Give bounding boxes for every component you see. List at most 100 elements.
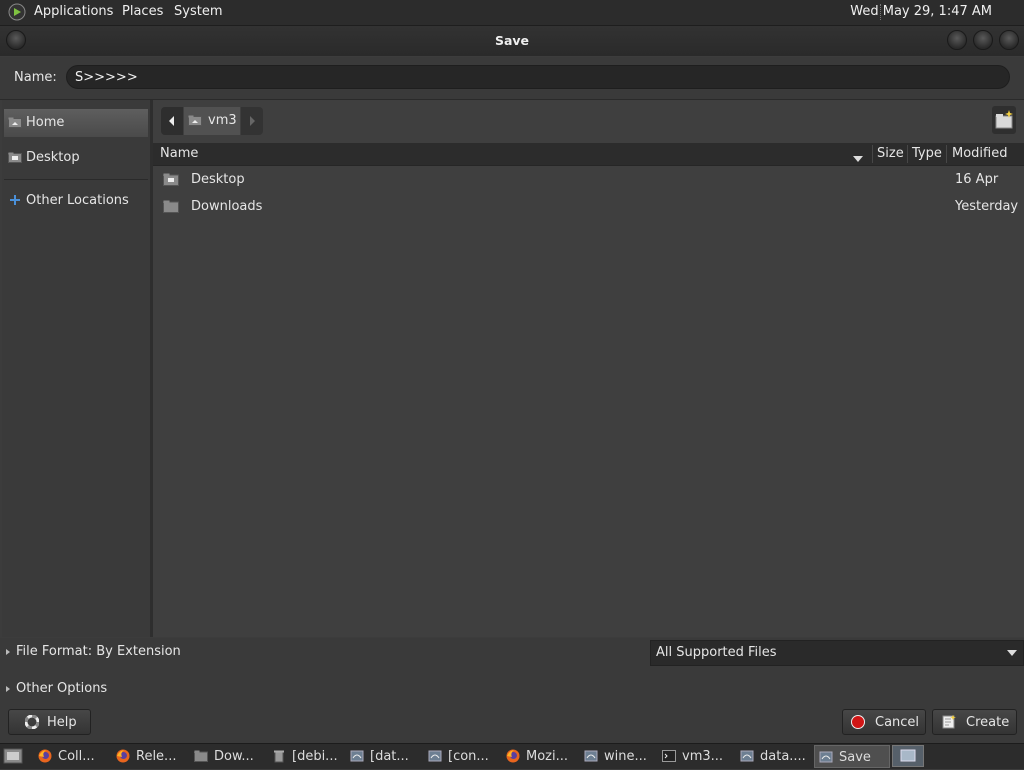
minimize-button[interactable] <box>947 30 967 50</box>
taskbar-item-label: Dow... <box>214 749 254 764</box>
sidebar-item-desktop[interactable]: Desktop <box>4 144 148 172</box>
taskbar-item[interactable]: [con... <box>424 745 500 768</box>
dropdown-arrow-icon <box>1007 650 1017 656</box>
path-label: vm3 <box>208 113 237 128</box>
maximize-button[interactable] <box>973 30 993 50</box>
taskbar-item[interactable]: [dat... <box>346 745 422 768</box>
expander-arrow-icon <box>6 685 10 692</box>
create-button-label: Create <box>966 715 1010 730</box>
sidebar-item-other-locations[interactable]: Other Locations <box>4 187 148 215</box>
help-button[interactable]: Help <box>8 709 91 735</box>
home-folder-icon <box>8 117 22 128</box>
firefox-icon <box>506 749 520 763</box>
taskbar-item[interactable]: [debi... <box>268 745 344 768</box>
folder-icon <box>163 200 179 213</box>
taskbar-item-label: [debi... <box>292 749 338 764</box>
sidebar-item-label: Other Locations <box>26 193 129 208</box>
taskbar-item[interactable]: wine... <box>580 745 656 768</box>
file-name: Downloads <box>191 199 263 214</box>
show-desktop-icon[interactable] <box>3 747 23 769</box>
file-browser: vm3 Name Size Type Modified Desktop 16 A… <box>153 100 1024 637</box>
create-folder-button[interactable] <box>992 106 1016 134</box>
stop-icon <box>851 715 865 733</box>
taskbar-item[interactable]: data.... <box>736 745 812 768</box>
help-icon <box>24 714 40 733</box>
other-options-expander[interactable]: Other Options <box>6 681 107 696</box>
column-separator <box>872 145 873 163</box>
chevron-left-icon <box>169 116 174 126</box>
menu-system[interactable]: System <box>174 4 222 19</box>
file-format-label: File Format: By Extension <box>16 644 181 659</box>
column-separator <box>946 145 947 163</box>
column-header-name[interactable]: Name <box>160 146 198 161</box>
app-icon <box>819 750 833 764</box>
taskbar-item-label: [con... <box>448 749 489 764</box>
sort-down-icon[interactable] <box>853 151 863 166</box>
column-separator <box>907 145 908 163</box>
firefox-icon <box>116 749 130 763</box>
home-folder-icon <box>188 115 202 130</box>
taskbar: Coll... Rele... Dow... [debi... [dat... [con.… <box>0 743 1024 769</box>
new-folder-icon <box>995 110 1013 129</box>
app-icon <box>350 749 364 763</box>
column-header-modified[interactable]: Modified <box>952 146 1007 161</box>
taskbar-item-label: Save <box>839 750 871 765</box>
filename-input[interactable] <box>66 65 1010 89</box>
app-icon <box>428 749 442 763</box>
plus-icon <box>8 193 22 205</box>
top-panel: Applications Places System Wed May 29, 1… <box>0 0 1024 26</box>
filter-value: All Supported Files <box>656 645 777 660</box>
dialog-titlebar: Save <box>0 26 1024 56</box>
taskbar-item[interactable]: Save <box>814 745 890 768</box>
taskbar-item-label: Rele... <box>136 749 177 764</box>
taskbar-item[interactable]: Rele... <box>112 745 188 768</box>
cancel-button-label: Cancel <box>875 715 920 730</box>
path-bar: vm3 <box>153 100 1024 142</box>
menu-places[interactable]: Places <box>122 4 163 19</box>
terminal-icon <box>662 749 676 763</box>
taskbar-item[interactable]: Mozi... <box>502 745 578 768</box>
desktop-folder-icon <box>8 152 22 163</box>
sidebar-item-home[interactable]: Home <box>4 109 148 137</box>
workspace-switcher[interactable] <box>892 745 924 767</box>
name-row: Name: <box>0 57 1024 100</box>
app-icon <box>584 749 598 763</box>
file-name: Desktop <box>191 172 245 187</box>
taskbar-item[interactable]: Dow... <box>190 745 266 768</box>
path-back-button[interactable] <box>161 107 183 135</box>
sidebar-item-label: Home <box>26 115 65 130</box>
taskbar-item-label: Mozi... <box>526 749 569 764</box>
column-header-type[interactable]: Type <box>912 146 942 161</box>
path-button-vm3[interactable]: vm3 <box>184 107 240 135</box>
taskbar-item-label: Coll... <box>58 749 95 764</box>
column-header-size[interactable]: Size <box>877 146 904 161</box>
taskbar-item-label: wine... <box>604 749 647 764</box>
file-row-desktop[interactable]: Desktop 16 Apr <box>153 167 1024 193</box>
clock[interactable]: Wed May 29, 1:47 AM <box>850 4 992 19</box>
menu-applications[interactable]: Applications <box>34 4 113 19</box>
distro-logo-icon[interactable] <box>8 3 26 21</box>
chevron-right-icon <box>250 116 255 126</box>
trash-icon <box>272 749 286 763</box>
taskbar-item[interactable]: vm3... <box>658 745 734 768</box>
dialog-options: File Format: By Extension All Supported … <box>0 638 1024 743</box>
taskbar-item[interactable]: Coll... <box>34 745 110 768</box>
desktop-folder-icon <box>163 173 179 186</box>
file-list-header: Name Size Type Modified <box>153 143 1024 166</box>
help-button-label: Help <box>47 715 77 730</box>
file-format-expander[interactable]: File Format: By Extension <box>6 644 181 659</box>
taskbar-item-label: vm3... <box>682 749 724 764</box>
sidebar-separator <box>4 179 148 180</box>
name-label: Name: <box>14 70 57 85</box>
folder-icon <box>194 749 208 763</box>
new-document-icon <box>942 715 956 733</box>
workspace-thumbnail-icon <box>900 749 916 762</box>
create-button[interactable]: Create <box>932 709 1017 735</box>
file-row-downloads[interactable]: Downloads Yesterday <box>153 194 1024 220</box>
firefox-icon <box>38 749 52 763</box>
file-modified: 16 Apr <box>955 172 999 187</box>
path-forward-button[interactable] <box>241 107 263 135</box>
file-type-filter-select[interactable]: All Supported Files <box>650 640 1024 666</box>
close-button[interactable] <box>999 30 1019 50</box>
cancel-button[interactable]: Cancel <box>842 709 926 735</box>
